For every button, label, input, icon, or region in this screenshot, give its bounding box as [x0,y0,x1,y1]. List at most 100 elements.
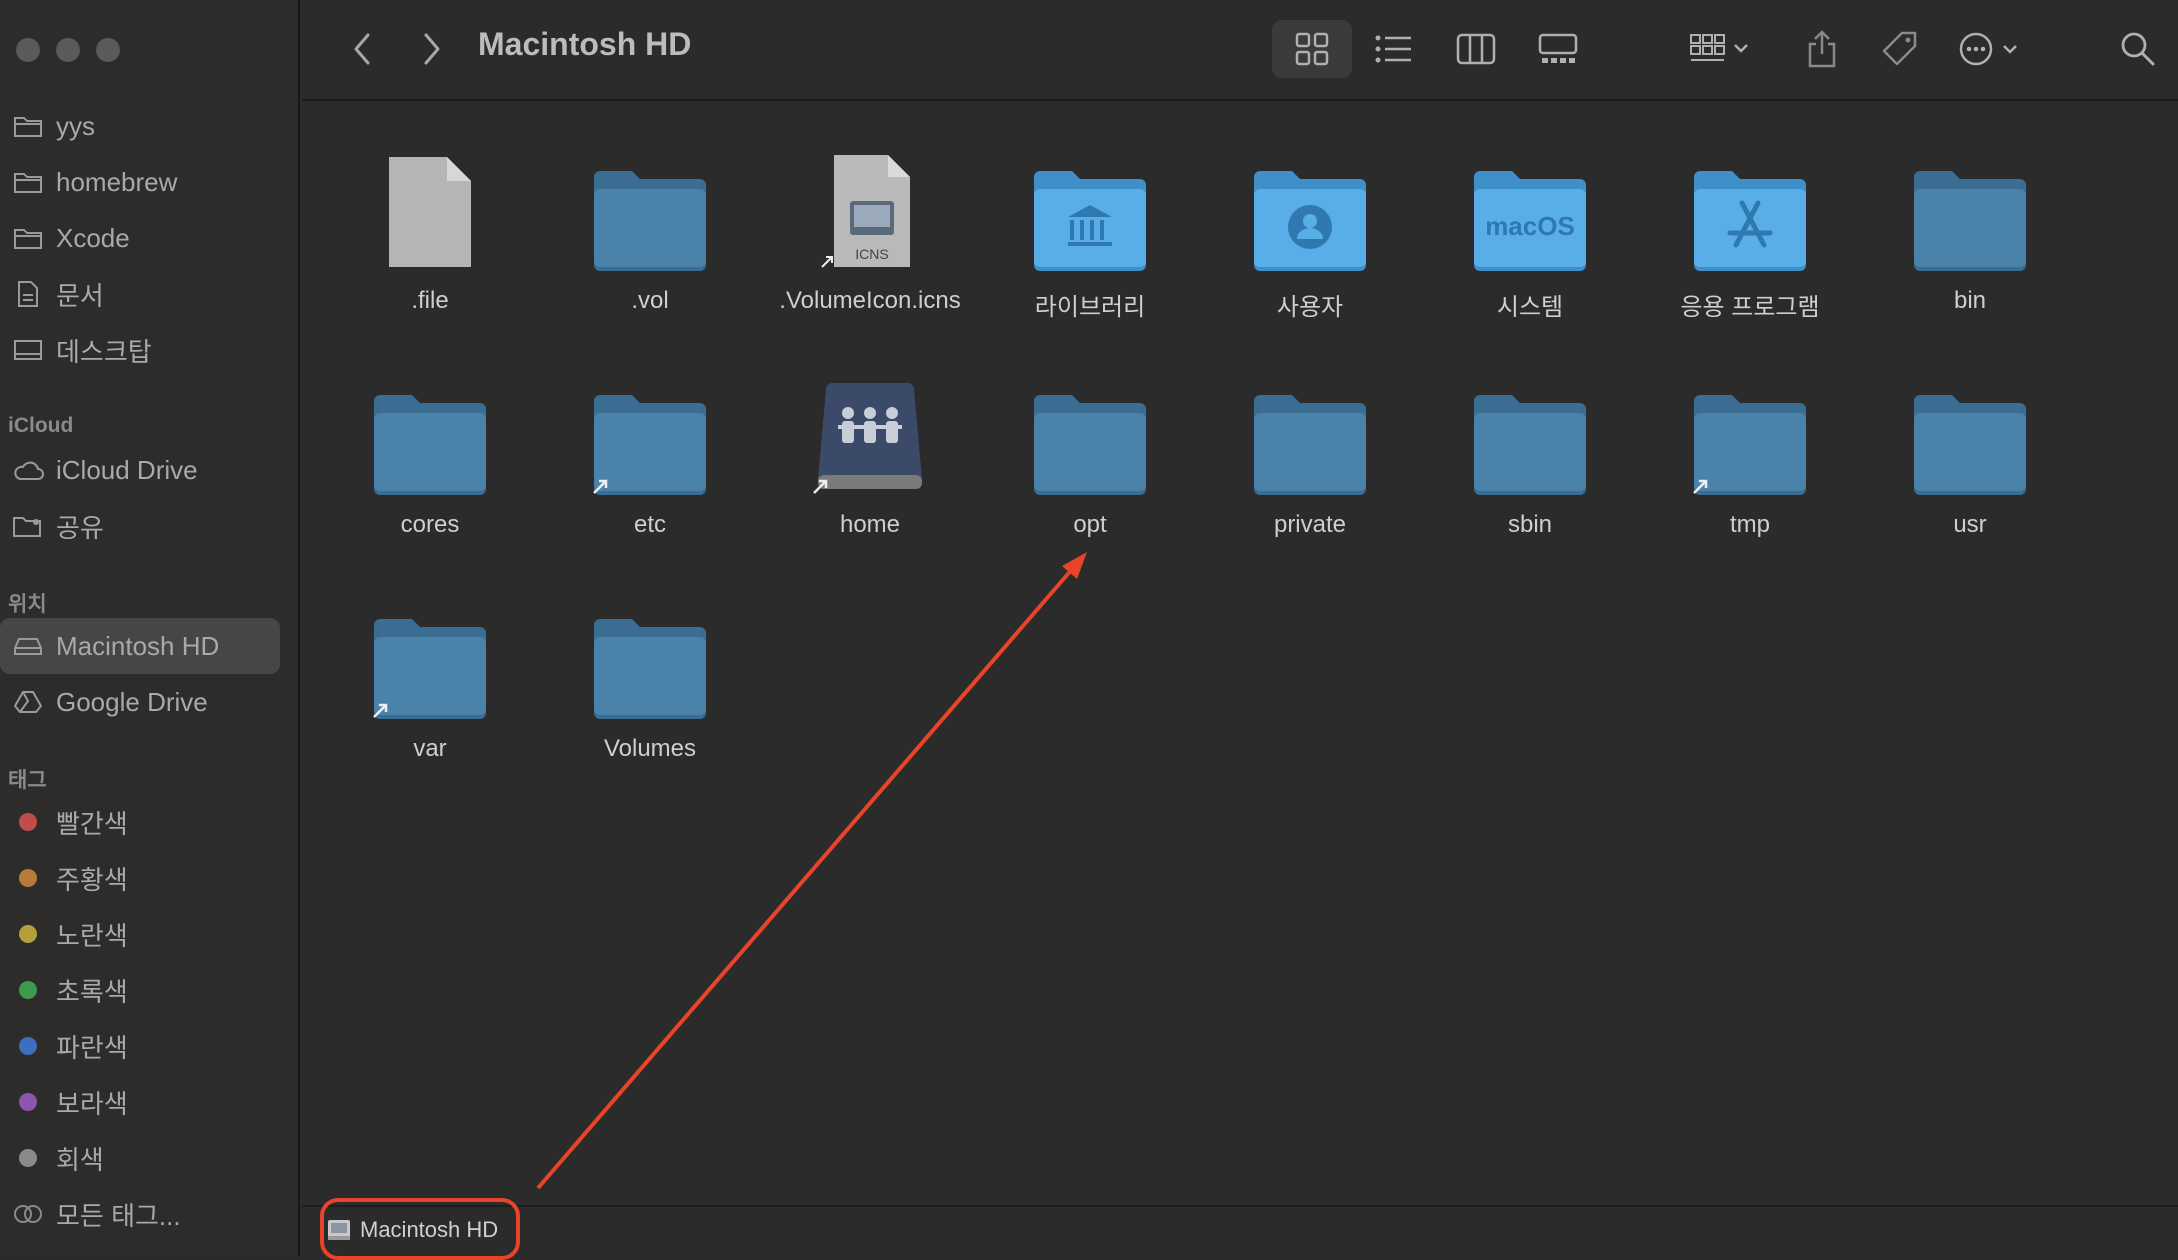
tag-dot-icon [19,925,37,943]
path-bar: Macintosh HD [302,1205,2178,1256]
file-item[interactable]: sbin [1430,355,1630,555]
drive-icon [12,630,44,662]
gallery-view-button[interactable] [1518,20,1598,78]
icns-badge-text: ICNS [855,246,888,262]
sidebar-tag-green[interactable]: 초록색 [0,962,300,1018]
forward-button[interactable] [412,20,452,78]
file-item[interactable]: 응용 프로그램 [1650,131,1850,331]
list-view-icon [1375,35,1411,63]
sidebar-tag-purple[interactable]: 보라색 [0,1074,300,1130]
file-name: bin [1953,287,1987,314]
sidebar-tag-all[interactable]: 모든 태그... [0,1186,300,1242]
folder-icon [1870,355,2070,495]
file-icon [330,131,530,271]
tag-dot-icon [19,813,37,831]
more-icon [1959,32,2017,66]
file-item[interactable]: opt [990,355,1190,555]
sidebar-item-label: 문서 [56,280,104,311]
sidebar-tag-orange[interactable]: 주황색 [0,850,300,906]
sidebar-item-label: yys [56,110,95,141]
sidebar-item-desktop[interactable]: 데스크탑 [0,322,300,378]
sidebar-item-icloud-drive[interactable]: iCloud Drive [0,442,300,498]
sidebar-item-xcode[interactable]: Xcode [0,210,300,266]
sidebar-item-shared[interactable]: 공유 [0,498,300,554]
icns-file-icon: ICNS [770,131,970,271]
folder-icon [12,110,44,142]
tag-dot-icon [19,1149,37,1167]
folder-alias-icon [1650,355,1850,495]
folder-icon [550,579,750,719]
search-button[interactable] [2108,20,2168,78]
window-title: Macintosh HD [478,26,692,62]
tag-button[interactable] [1870,20,1930,78]
sidebar-tag-blue[interactable]: 파란색 [0,1018,300,1074]
folder-icon [1430,355,1630,495]
users-folder-icon [1210,131,1410,271]
minimize-window-button[interactable] [56,38,80,62]
file-item[interactable]: bin [1870,131,2070,331]
file-item[interactable]: 사용자 [1210,131,1410,331]
share-button[interactable] [1792,20,1852,78]
sidebar-item-yys[interactable]: yys [0,98,300,154]
sidebar-item-label: iCloud Drive [56,454,198,485]
file-item[interactable]: etc [550,355,750,555]
column-view-icon [1456,33,1496,65]
folder-alias-icon [330,579,530,719]
tag-dot-icon [19,1037,37,1055]
google-drive-icon [12,686,44,718]
close-window-button[interactable] [16,38,40,62]
zoom-window-button[interactable] [96,38,120,62]
search-icon [2121,32,2155,66]
sidebar-item-macintosh-hd[interactable]: Macintosh HD [0,618,300,674]
file-name: Volumes [603,735,697,762]
folder-icon [12,166,44,198]
sidebar-item-label: 주황색 [56,864,128,895]
sidebar-item-label: 회색 [56,1144,104,1175]
file-item[interactable]: .file [330,131,530,331]
sidebar-item-label: Xcode [56,222,130,253]
back-button[interactable] [342,20,382,78]
folder-icon [990,355,1190,495]
all-tags-icon [12,1198,44,1230]
toolbar: Macintosh HD [302,0,2178,101]
icon-view-icon [1295,32,1329,66]
sidebar-item-google-drive[interactable]: Google Drive [0,674,300,730]
folder-alias-icon [550,355,750,495]
file-item[interactable]: tmp [1650,355,1850,555]
group-button[interactable] [1674,20,1764,78]
sidebar-item-label: 모든 태그... [56,1200,181,1231]
file-item[interactable]: cores [330,355,530,555]
list-view-button[interactable] [1354,20,1434,78]
file-item[interactable]: Volumes [550,579,750,779]
file-item[interactable]: ICNS .VolumeIcon.icns [770,131,970,331]
sidebar-item-label: 초록색 [56,976,128,1007]
file-item[interactable]: macOS 시스템 [1430,131,1630,331]
sidebar-section-locations: 위치 [8,593,47,616]
sidebar-item-label: 공유 [56,512,104,543]
column-view-button[interactable] [1436,20,1516,78]
more-button[interactable] [1950,20,2030,78]
icon-view-button[interactable] [1272,20,1352,78]
folder-icon [1210,355,1410,495]
group-icon [1690,34,1748,61]
folder-icon [550,131,750,271]
back-icon [354,33,370,65]
file-item[interactable]: home [770,355,970,555]
cloud-icon [12,454,44,486]
sidebar-section-icloud: iCloud [8,414,74,437]
file-item[interactable]: usr [1870,355,2070,555]
folder-icon [330,355,530,495]
file-item[interactable]: private [1210,355,1410,555]
share-icon [1808,30,1836,68]
sidebar-tag-yellow[interactable]: 노란색 [0,906,300,962]
sidebar-tag-gray[interactable]: 회색 [0,1130,300,1186]
sidebar-item-documents[interactable]: 문서 [0,266,300,322]
sidebar-section-tags: 태그 [8,769,47,792]
file-item[interactable]: 라이브러리 [990,131,1190,331]
file-name: usr [1953,511,1987,538]
sidebar-item-homebrew[interactable]: homebrew [0,154,300,210]
sidebar-item-label: 데스크탑 [56,336,152,367]
file-item[interactable]: .vol [550,131,750,331]
sidebar-tag-red[interactable]: 빨간색 [0,794,300,850]
file-item[interactable]: var [330,579,530,779]
